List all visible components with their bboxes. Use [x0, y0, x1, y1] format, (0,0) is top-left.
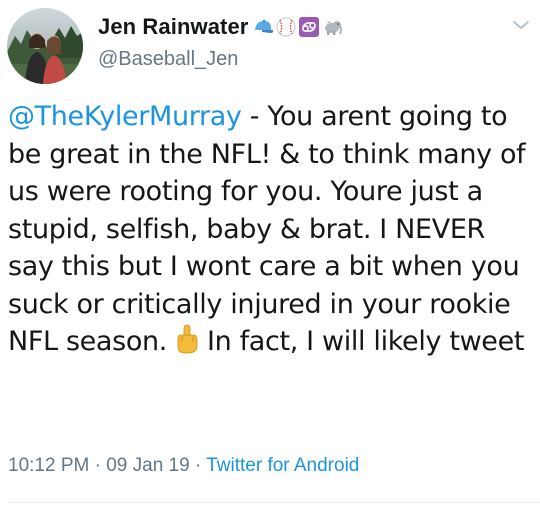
- display-name[interactable]: Jen Rainwater: [98, 14, 248, 40]
- tweet-source-link[interactable]: Twitter for Android: [206, 455, 359, 476]
- name-row: Jen Rainwater: [98, 12, 343, 42]
- baseball-cap-icon: [252, 16, 274, 38]
- user-header: Jen Rainwater @Baseball_Jen: [98, 12, 343, 71]
- elephant-icon: [321, 16, 343, 38]
- middle-finger-icon: [173, 324, 201, 354]
- name-emojis: [252, 16, 343, 38]
- tweet-text-part1: - You arent going to be great in the NFL…: [8, 101, 534, 357]
- avatar-photo: [7, 8, 83, 84]
- tweet-text: @TheKylerMurray - You arent going to be …: [8, 98, 538, 361]
- chevron-down-icon[interactable]: [512, 18, 530, 30]
- avatar[interactable]: [7, 8, 83, 84]
- tweet-date[interactable]: 09 Jan 19: [106, 455, 189, 476]
- mention-link[interactable]: @TheKylerMurray: [8, 101, 242, 132]
- baseball-icon: [275, 16, 297, 38]
- tweet-meta: 10:12 PM · 09 Jan 19 · Twitter for Andro…: [8, 455, 359, 477]
- divider: [8, 502, 540, 503]
- user-handle[interactable]: @Baseball_Jen: [98, 48, 343, 71]
- meta-separator: ·: [89, 455, 107, 476]
- cancer-sign-icon: [298, 16, 320, 38]
- tweet-time[interactable]: 10:12 PM: [8, 455, 89, 476]
- tweet-text-part2: In fact, I will likely tweet: [207, 326, 525, 357]
- tweet-card: Jen Rainwater @Baseball_Jen @TheKylerMur…: [0, 0, 540, 518]
- meta-separator: ·: [189, 455, 207, 476]
